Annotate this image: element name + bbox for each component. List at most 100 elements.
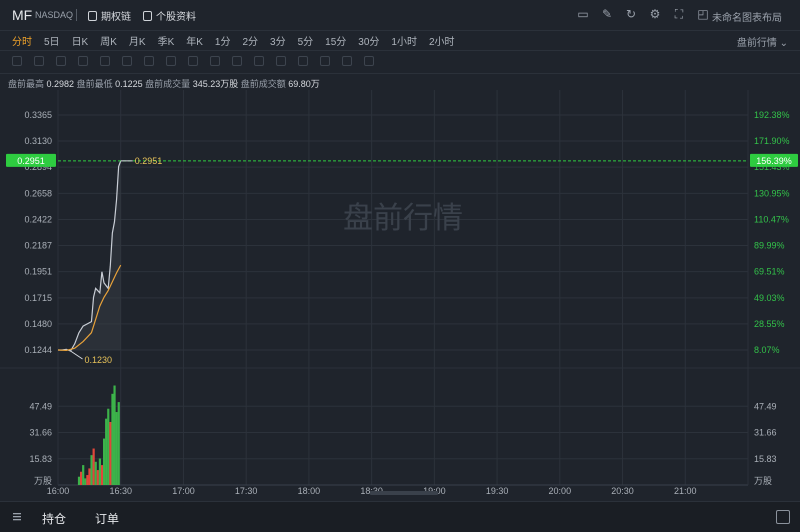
period-7[interactable]: 1分 xyxy=(215,33,231,48)
panel-toggle-icon[interactable] xyxy=(776,510,790,524)
pct-tick-label: 69.51% xyxy=(754,267,785,277)
price-tick-label: 0.1715 xyxy=(24,293,52,303)
current-price-value: 0.2951 xyxy=(17,156,45,166)
volume-bar xyxy=(117,402,120,485)
drawing-tool-icon[interactable] xyxy=(188,56,198,66)
volume-bar xyxy=(82,465,85,485)
premarket-amount-label: 盘前成交额 xyxy=(240,79,286,89)
drawing-tool-icon[interactable] xyxy=(56,56,66,66)
edit-icon[interactable]: ✎ xyxy=(600,7,614,21)
volume-bar xyxy=(113,385,116,485)
stock-profile-button[interactable]: 个股资料 xyxy=(143,8,196,23)
period-13[interactable]: 1小时 xyxy=(391,33,417,48)
drawing-tool-icon[interactable] xyxy=(78,56,88,66)
x-tick-label: 16:30 xyxy=(109,486,132,496)
drawing-tool-icon[interactable] xyxy=(34,56,44,66)
volume-tick-label: 47.49 xyxy=(29,401,52,411)
drawing-tool-icon[interactable] xyxy=(298,56,308,66)
pct-tick-label: 130.95% xyxy=(754,188,790,198)
volume-tick-label-right: 47.49 xyxy=(754,401,777,411)
premarket-high-value: 0.2982 xyxy=(46,79,75,89)
stock-symbol: MF xyxy=(12,7,33,23)
period-5[interactable]: 季K xyxy=(158,33,175,48)
premarket-low-label: 盘前最低 xyxy=(76,79,113,89)
volume-bar xyxy=(77,476,81,485)
period-9[interactable]: 3分 xyxy=(270,33,286,48)
drawing-tool-icon[interactable] xyxy=(100,56,110,66)
tab-orders[interactable]: 订单 xyxy=(95,510,119,527)
pct-tick-label: 110.47% xyxy=(754,214,789,224)
period-11[interactable]: 15分 xyxy=(325,33,346,48)
current-pct-value: 156.39% xyxy=(756,156,792,166)
footer-grip-icon xyxy=(10,509,24,523)
period-1[interactable]: 5日 xyxy=(44,33,60,48)
premarket-low-value: 0.1225 xyxy=(115,79,143,89)
period-12[interactable]: 30分 xyxy=(358,33,379,48)
tab-positions[interactable]: 持仓 xyxy=(42,510,66,527)
premarket-amount-value: 69.80万 xyxy=(288,79,320,89)
drawing-tool-icon[interactable] xyxy=(122,56,132,66)
drawing-tool-icon[interactable] xyxy=(254,56,264,66)
pane-resize-handle xyxy=(370,491,438,495)
header-divider xyxy=(76,9,77,21)
period-2[interactable]: 日K xyxy=(72,33,89,48)
refresh-icon[interactable]: ↻ xyxy=(624,7,638,21)
drawing-tool-icon[interactable] xyxy=(364,56,374,66)
period-4[interactable]: 月K xyxy=(129,33,146,48)
pct-tick-label: 89.99% xyxy=(754,241,785,251)
header-tool-icons: ▭ ✎ ↻ ⚙ ⛶ ◰ xyxy=(576,7,710,21)
volume-bar xyxy=(100,465,104,485)
volume-bar xyxy=(84,478,87,485)
pct-tick-label: 192.38% xyxy=(754,110,790,120)
volume-bar xyxy=(90,455,93,485)
volume-bar xyxy=(107,408,110,485)
premarket-high-label: 盘前最高 xyxy=(8,79,45,89)
options-chain-button[interactable]: 期权链 xyxy=(88,8,131,23)
screenshot-icon[interactable]: ◰ xyxy=(696,7,710,21)
market-mode-select[interactable]: 盘前行情 ⌄ xyxy=(737,34,788,49)
period-8[interactable]: 2分 xyxy=(242,33,258,48)
volume-bar xyxy=(94,461,97,485)
price-chart[interactable]: 0.3365 192.38%0.3130 171.90%0.2894 151.43%0… xyxy=(0,90,800,500)
drawing-tool-icon[interactable] xyxy=(276,56,286,66)
period-14[interactable]: 2小时 xyxy=(429,33,455,48)
pct-tick-label: 171.90% xyxy=(754,136,790,146)
volume-tick-label-right: 31.66 xyxy=(754,428,777,438)
x-tick-label: 20:30 xyxy=(611,486,634,496)
profile-doc-icon xyxy=(143,10,152,21)
high-annotation: 0.2951 xyxy=(135,156,163,166)
volume-bar xyxy=(92,448,95,485)
volume-unit-label: 万股 xyxy=(34,476,52,486)
volume-bar xyxy=(88,468,91,485)
drawing-tool-icon[interactable] xyxy=(342,56,352,66)
period-6[interactable]: 年K xyxy=(186,33,203,48)
drawing-tool-icon[interactable] xyxy=(232,56,242,66)
footer-bar xyxy=(0,501,800,532)
price-tick-label: 0.1480 xyxy=(24,319,52,329)
low-annotation: 0.1230 xyxy=(85,355,113,365)
period-3[interactable]: 周K xyxy=(100,33,117,48)
gear-icon[interactable]: ⚙ xyxy=(648,7,662,21)
drawing-tool-icon[interactable] xyxy=(166,56,176,66)
drawing-tool-icon[interactable] xyxy=(210,56,220,66)
chart-settings-icon[interactable]: ▭ xyxy=(576,7,590,21)
drawing-tool-icon[interactable] xyxy=(12,56,22,66)
drawing-tool-icon[interactable] xyxy=(144,56,154,66)
volume-bar xyxy=(98,458,102,485)
period-0[interactable]: 分时 xyxy=(12,33,32,48)
volume-tick-label: 31.66 xyxy=(29,428,52,438)
volume-bar xyxy=(103,438,106,485)
period-10[interactable]: 5分 xyxy=(298,33,314,48)
stock-profile-label: 个股资料 xyxy=(156,12,196,23)
fullscreen-icon[interactable]: ⛶ xyxy=(672,7,686,21)
pct-tick-label: 49.03% xyxy=(754,293,785,303)
price-tick-label: 0.3365 xyxy=(24,110,52,120)
x-tick-label: 19:30 xyxy=(486,486,509,496)
drawing-tool-icon[interactable] xyxy=(320,56,330,66)
price-tick-label: 0.3130 xyxy=(24,136,52,146)
chevron-down-icon: ⌄ xyxy=(779,38,788,49)
premarket-info: 盘前最高 0.2982 盘前最低 0.1225 盘前成交量 345.23万股 盘… xyxy=(8,77,320,90)
price-tick-label: 0.2658 xyxy=(24,188,52,198)
volume-bar xyxy=(80,471,83,485)
layout-name[interactable]: 未命名图表布局 xyxy=(712,9,782,24)
